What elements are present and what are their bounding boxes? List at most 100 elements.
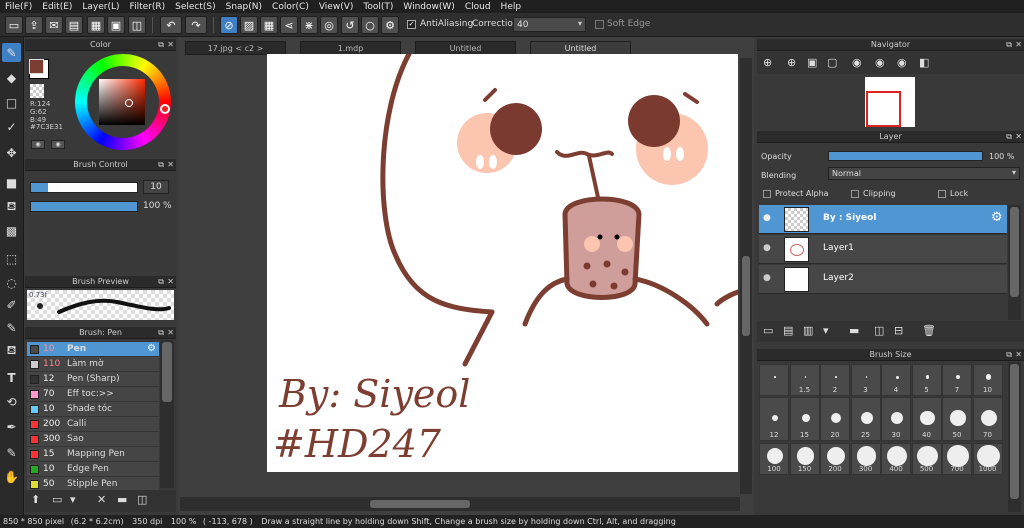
brush-size-preset[interactable]: 700 (942, 443, 972, 475)
rotate-right-icon[interactable]: ◉ (897, 56, 907, 69)
tab-1mdp[interactable]: 1.mdp (300, 41, 401, 55)
brush-size-preset[interactable]: 20 (820, 397, 850, 441)
brush-size-preset[interactable]: 100 (759, 443, 789, 475)
antialiasing-checkbox[interactable]: ✓ (407, 20, 416, 29)
menu-snap[interactable]: Snap(N) (221, 2, 267, 12)
eyedropper-tool-icon[interactable]: ✒ (2, 417, 21, 436)
brush-menu-icon[interactable]: ▾ (70, 493, 76, 506)
rotate-reset-icon[interactable]: ◉ (875, 56, 885, 69)
bucket-tool-icon[interactable]: ⛾ (2, 197, 21, 216)
brush-size-preset[interactable]: 40 (911, 397, 942, 441)
brush-list-item[interactable]: 200 Calli (27, 417, 159, 432)
new-1bit-layer-icon[interactable]: ▥ (803, 324, 813, 337)
brush-size-preset[interactable]: 300 (850, 443, 881, 475)
menu-tool[interactable]: Tool(T) (358, 2, 398, 12)
close-icon[interactable]: ✕ (167, 328, 174, 337)
brush-opacity-slider[interactable] (30, 201, 138, 212)
image-icon[interactable]: ▣ (107, 16, 125, 34)
menu-layer[interactable]: Layer(L) (77, 2, 124, 12)
popout-icon[interactable]: ⧉ (1006, 350, 1012, 360)
rect-select-tool-icon[interactable]: □ (2, 93, 21, 112)
popout-icon[interactable]: ⧉ (158, 328, 164, 338)
actual-size-icon[interactable]: ▢ (827, 56, 837, 69)
close-icon[interactable]: ✕ (167, 160, 174, 169)
eraser-tool-icon[interactable]: ◆ (2, 68, 21, 87)
gear-icon[interactable]: ⚙ (991, 210, 1003, 225)
snap-vanish-icon[interactable]: ⋇ (300, 16, 318, 34)
visibility-icon[interactable]: ● (763, 273, 771, 283)
menu-edit[interactable]: Edit(E) (37, 2, 77, 12)
close-icon[interactable]: ✕ (1015, 350, 1022, 359)
magic-wand-tool-icon[interactable]: ✓ (2, 117, 21, 136)
layer-row-by-siyeol[interactable]: ● By : Siyeol ⚙ (759, 205, 1007, 234)
brush-list-scrollbar[interactable] (160, 340, 174, 488)
popout-icon[interactable]: ⧉ (1006, 40, 1012, 50)
menu-file[interactable]: File(F) (0, 2, 37, 12)
navigator-thumbnail[interactable] (865, 77, 915, 127)
brush-size-preset[interactable]: 50 (942, 397, 972, 441)
hand-tool-icon[interactable]: ✋ (2, 467, 21, 486)
brush-size-preset[interactable]: 25 (850, 397, 881, 441)
gear-icon[interactable]: ⚙ (147, 343, 156, 354)
redo-icon[interactable]: ↷ (185, 16, 207, 34)
popout-icon[interactable]: ⧉ (158, 40, 164, 50)
chat-icon[interactable]: ✉ (45, 16, 63, 34)
delete-brush-icon[interactable]: ✕ (97, 493, 106, 506)
move-tool-icon[interactable]: ✥ (2, 143, 21, 162)
close-icon[interactable]: ✕ (167, 277, 174, 286)
menu-cloud[interactable]: Cloud (460, 2, 496, 12)
brush-size-preset[interactable]: 7 (942, 364, 972, 396)
popout-icon[interactable]: ⧉ (158, 277, 164, 287)
brush-list-item[interactable]: 10 Edge Pen (27, 462, 159, 477)
visibility-icon[interactable]: ● (763, 243, 771, 253)
undo-icon[interactable]: ↶ (160, 16, 182, 34)
brush-list-item[interactable]: 110 Làm mờ (27, 357, 159, 372)
menu-select[interactable]: Select(S) (170, 2, 221, 12)
brush-size-preset[interactable] (759, 364, 789, 396)
correction-select[interactable]: 40 ▾ (513, 17, 586, 32)
layer-menu-icon[interactable]: ▾ (823, 324, 829, 337)
brush-list-item[interactable]: 70 Eff toc:>> (27, 387, 159, 402)
menu-help[interactable]: Help (496, 2, 527, 12)
menu-filter[interactable]: Filter(R) (125, 2, 171, 12)
close-icon[interactable]: ✕ (167, 40, 174, 49)
tab-untitled-2[interactable]: Untitled (530, 41, 631, 55)
brush-size-preset[interactable]: 70 (972, 397, 1003, 441)
brush-size-preset[interactable]: 10 (972, 364, 1003, 396)
gradient-tool-icon[interactable]: ▩ (2, 221, 21, 240)
transform-tool-icon[interactable]: ⟲ (2, 392, 21, 411)
rotate-left-icon[interactable]: ◉ (852, 56, 862, 69)
select-bucket-tool-icon[interactable]: ⛾ (2, 341, 21, 360)
drawing-canvas[interactable]: By: Siyeol #HD247 (267, 54, 738, 472)
brush-size-slider[interactable] (30, 182, 138, 193)
new-file-icon[interactable]: ▭ (5, 16, 23, 34)
brush-size-preset[interactable]: 1.5 (789, 364, 820, 396)
visibility-icon[interactable]: ● (763, 213, 771, 223)
fit-icon[interactable]: ▣ (807, 56, 817, 69)
select-pen-tool-icon[interactable]: ✐ (2, 295, 21, 314)
close-icon[interactable]: ✕ (1015, 40, 1022, 49)
new-layer-icon[interactable]: ▭ (763, 324, 773, 337)
soft-edge-checkbox[interactable] (595, 20, 604, 29)
layout-icon[interactable]: ▤ (65, 16, 83, 34)
protect-alpha-checkbox[interactable] (763, 190, 771, 198)
layer-row-layer1[interactable]: ● Layer1 (759, 235, 1007, 264)
popout-icon[interactable]: ⧉ (158, 160, 164, 170)
flip-icon[interactable]: ◧ (919, 56, 929, 69)
brush-size-preset[interactable]: 5 (911, 364, 942, 396)
document-icon[interactable]: ▦ (87, 16, 105, 34)
brush-size-preset[interactable]: 12 (759, 397, 789, 441)
brush-list-item[interactable]: 15 Mapping Pen (27, 447, 159, 462)
brush-size-preset[interactable]: 30 (881, 397, 911, 441)
close-icon[interactable]: ✕ (1015, 132, 1022, 141)
layer-folder-icon[interactable]: ▬ (849, 324, 859, 337)
brush-size-input[interactable]: 10 (143, 180, 169, 194)
foreground-color-swatch[interactable] (29, 59, 44, 74)
select-tool-icon[interactable]: ⬚ (2, 249, 21, 268)
brush-size-preset[interactable]: 150 (789, 443, 820, 475)
lasso-tool-icon[interactable]: ◌ (2, 273, 21, 292)
tab-untitled-1[interactable]: Untitled (415, 41, 516, 55)
fill-rect-tool-icon[interactable]: ■ (2, 173, 21, 192)
duplicate-icon[interactable]: ◫ (137, 493, 147, 506)
brush-size-preset[interactable]: 2 (820, 364, 850, 396)
